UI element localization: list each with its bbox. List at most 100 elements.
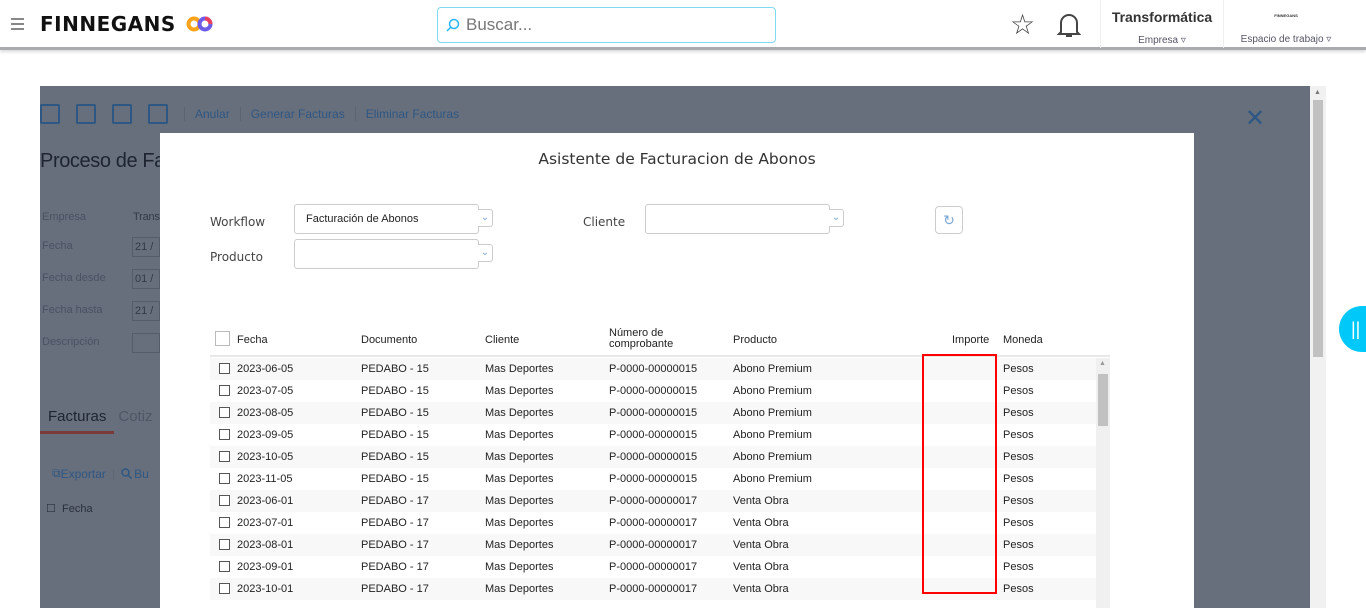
column-header: ☐ Fecha (46, 503, 93, 515)
cell-cliente: Mas Deportes (485, 407, 554, 419)
new-document-icon[interactable] (40, 104, 60, 124)
chevron-down-icon[interactable]: ⌄ (829, 209, 844, 227)
cell-documento: PEDABO - 15 (361, 429, 429, 441)
field-value: Trans (133, 211, 160, 223)
export-button[interactable]: ⧉ Exportar | Bu (52, 466, 149, 481)
row-checkbox[interactable] (219, 561, 230, 572)
cell-numero: P-0000-00000017 (609, 583, 698, 595)
field-label: Fecha hasta (42, 304, 103, 316)
cell-cliente: Mas Deportes (485, 385, 554, 397)
cell-producto: Abono Premium (733, 407, 812, 419)
cell-numero: P-0000-00000017 (609, 495, 698, 507)
tab-facturas[interactable]: Facturas (40, 408, 115, 434)
cell-cliente: Mas Deportes (485, 473, 554, 485)
eliminar-facturas-button[interactable]: Eliminar Facturas (354, 107, 469, 121)
column-header-fecha[interactable]: Fecha (237, 334, 268, 346)
top-bar: FINNEGANS Buscar... ☆ Transformática Emp… (0, 0, 1366, 50)
row-checkbox[interactable] (219, 473, 230, 484)
chevron-down-icon[interactable]: ⌄ (478, 209, 493, 227)
row-checkbox[interactable] (219, 363, 230, 374)
tabs: Facturas Cotiz (40, 408, 153, 434)
row-checkbox[interactable] (219, 517, 230, 528)
side-panel-toggle-button[interactable]: || (1339, 306, 1366, 352)
cell-documento: PEDABO - 15 (361, 451, 429, 463)
cell-producto: Abono Premium (733, 385, 812, 397)
row-checkbox[interactable] (219, 451, 230, 462)
page-scrollbar[interactable]: ▲ (1310, 86, 1326, 608)
select-all-checkbox[interactable] (215, 331, 230, 346)
column-header-numero[interactable]: Número de comprobante (609, 328, 689, 350)
export-icon: ⧉ (52, 466, 61, 480)
fecha-input[interactable]: 21 / (132, 237, 160, 257)
chevron-down-icon[interactable]: ⌄ (478, 244, 493, 262)
brand-logo[interactable]: FINNEGANS (40, 12, 176, 36)
save-icon[interactable] (76, 104, 96, 124)
producto-select[interactable]: ⌄ (294, 239, 493, 269)
cell-fecha: 2023-08-01 (237, 539, 294, 551)
cell-fecha: 2023-08-05 (237, 407, 294, 419)
notifications-bell-icon[interactable] (1057, 11, 1081, 39)
fecha-hasta-input[interactable]: 21 / (132, 301, 160, 321)
workspace-logo: FINNEGANS (1274, 13, 1298, 18)
tab-cotiz[interactable]: Cotiz (114, 408, 152, 425)
column-header-importe[interactable]: Importe (952, 334, 989, 346)
column-label: Fecha (61, 503, 93, 515)
company-name: Transformática (1111, 9, 1213, 25)
wizard-modal: Asistente de Facturacion de Abonos Workf… (160, 133, 1194, 608)
cell-cliente: Mas Deportes (485, 363, 554, 375)
cell-fecha: 2023-10-05 (237, 451, 294, 463)
anular-button[interactable]: Anular (184, 107, 240, 121)
cell-documento: PEDABO - 17 (361, 539, 429, 551)
row-checkbox[interactable] (219, 385, 230, 396)
print-icon[interactable] (112, 104, 132, 124)
company-selector[interactable]: Transformática Empresa ▿ (1101, 0, 1223, 46)
company-label: Empresa (1138, 35, 1179, 46)
row-checkbox[interactable] (219, 583, 230, 594)
page-title: Proceso de Fa (40, 150, 165, 172)
cell-moneda: Pesos (1003, 407, 1034, 419)
cell-moneda: Pesos (1003, 561, 1034, 573)
row-checkbox[interactable] (219, 539, 230, 550)
workflow-value: Facturación de Abonos (306, 213, 419, 225)
cell-fecha: 2023-06-01 (237, 495, 294, 507)
cliente-select[interactable]: ⌄ (645, 204, 844, 234)
column-header-cliente[interactable]: Cliente (485, 334, 519, 346)
cliente-label: Cliente (583, 215, 626, 229)
cell-producto: Venta Obra (733, 583, 789, 595)
fecha-desde-input[interactable]: 01 / (132, 269, 160, 289)
cell-fecha: 2023-10-01 (237, 583, 294, 595)
column-header-documento[interactable]: Documento (361, 334, 417, 346)
cell-documento: PEDABO - 17 (361, 495, 429, 507)
generar-facturas-button[interactable]: Generar Facturas (239, 107, 355, 121)
row-checkbox[interactable] (219, 495, 230, 506)
cell-fecha: 2023-11-05 (237, 473, 293, 485)
table-scrollbar[interactable]: ▲ (1096, 358, 1110, 608)
cell-producto: Abono Premium (733, 429, 812, 441)
cell-cliente: Mas Deportes (485, 517, 554, 529)
field-label: Descripción (42, 336, 100, 348)
row-checkbox[interactable] (219, 407, 230, 418)
cell-numero: P-0000-00000015 (609, 363, 698, 375)
cell-cliente: Mas Deportes (485, 495, 554, 507)
workspace-selector[interactable]: FINNEGANS Espacio de trabajo ▿ (1224, 0, 1348, 45)
cell-fecha: 2023-06-05 (237, 363, 294, 375)
favorites-star-icon[interactable]: ☆ (1010, 11, 1035, 39)
cell-cliente: Mas Deportes (485, 451, 554, 463)
cell-numero: P-0000-00000015 (609, 473, 698, 485)
cell-moneda: Pesos (1003, 517, 1034, 529)
cell-moneda: Pesos (1003, 385, 1034, 397)
script-icon[interactable] (148, 104, 168, 124)
workflow-select[interactable]: Facturación de Abonos ⌄ (294, 204, 493, 234)
cell-documento: PEDABO - 15 (361, 473, 429, 485)
cell-fecha: 2023-07-05 (237, 385, 294, 397)
descripcion-input[interactable] (132, 333, 160, 353)
column-header-moneda[interactable]: Moneda (1003, 334, 1043, 346)
row-checkbox[interactable] (219, 429, 230, 440)
cell-moneda: Pesos (1003, 451, 1034, 463)
refresh-button[interactable]: ↻ (935, 206, 963, 234)
column-header-producto[interactable]: Producto (733, 334, 777, 346)
search-input[interactable]: Buscar... (437, 7, 776, 43)
cell-cliente: Mas Deportes (485, 539, 554, 551)
menu-icon[interactable] (11, 18, 24, 33)
close-icon[interactable]: ✕ (1245, 104, 1265, 133)
